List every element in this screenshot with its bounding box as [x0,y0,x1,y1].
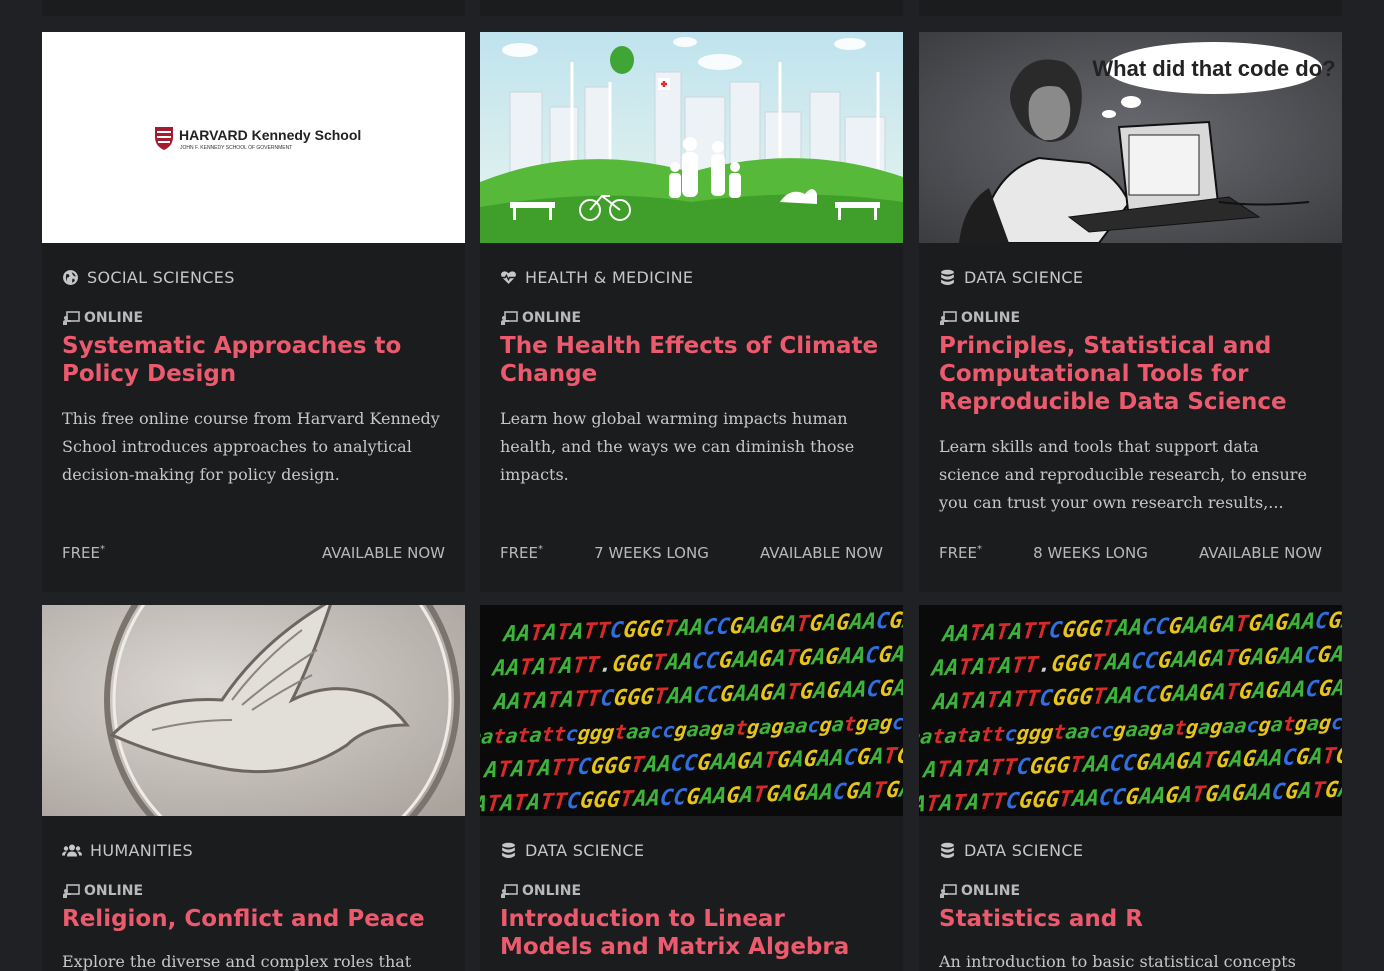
course-description: Explore the diverse and complex roles th… [62,952,412,971]
course-card[interactable]: What did that code do? DATA SCIENCE ONLI… [919,32,1342,592]
course-meta: FREE* 8 WEEKS LONG AVAILABLE NOW [939,544,1322,562]
course-card[interactable]: AATATATTCGGGTAACCGAAGATGAGAACGATGAGCCCAT… [919,605,1342,971]
speech-bubble-text: What did that code do? [1092,56,1335,81]
mode-label: ONLINE [961,883,1021,899]
availability: AVAILABLE NOW [1198,544,1322,562]
mode-label: ONLINE [84,310,144,326]
online-teaching-icon [501,311,518,325]
course-category: HUMANITIES [62,841,193,860]
heartbeat-icon [501,271,516,284]
availability: AVAILABLE NOW [759,544,883,562]
course-title[interactable]: The Health Effects of Climate Change [500,332,885,388]
harvard-shield-icon [155,127,173,150]
duration: 8 WEEKS LONG [1033,544,1148,562]
logo-sub-text: JOHN F. KENNEDY SCHOOL OF GOVERNMENT [180,145,292,151]
delivery-mode: ONLINE [500,310,581,326]
course-category: HEALTH & MEDICINE [500,268,693,287]
category-label[interactable]: DATA SCIENCE [525,841,644,860]
online-teaching-icon [940,884,957,898]
course-title[interactable]: Introduction to Linear Models and Matrix… [500,905,885,961]
course-category: DATA SCIENCE [939,841,1083,860]
users-icon [62,844,82,857]
price: FREE* [500,544,544,562]
category-label[interactable]: DATA SCIENCE [964,268,1083,287]
course-image-stone-dove[interactable] [42,605,465,816]
dna-sequence-line: AATATATTCGGGTAACCGAAGATGAGAACGATGAGCCCAT… [500,605,903,647]
category-label[interactable]: HEALTH & MEDICINE [525,268,693,287]
course-card[interactable]: HARVARD Kennedy School JOHN F. KENNEDY S… [42,32,465,592]
course-title[interactable]: Systematic Approaches to Policy Design [62,332,447,388]
course-title[interactable]: Principles, Statistical and Computationa… [939,332,1324,416]
course-category: DATA SCIENCE [939,268,1083,287]
price: FREE* [62,544,106,562]
mode-label: ONLINE [84,883,144,899]
course-meta: FREE* AVAILABLE NOW [62,544,445,562]
mode-label: ONLINE [522,883,582,899]
delivery-mode: ONLINE [62,883,143,899]
course-title[interactable]: Religion, Conflict and Peace [62,905,447,933]
online-teaching-icon [940,311,957,325]
online-teaching-icon [501,884,518,898]
course-image-harvard-logo[interactable]: HARVARD Kennedy School JOHN F. KENNEDY S… [42,32,465,243]
course-category: SOCIAL SCIENCES [62,268,235,287]
course-card[interactable]: HEALTH & MEDICINE ONLINE The Health Effe… [480,32,903,592]
previous-card-bottom [480,0,903,16]
dna-sequence-line: AATATATTCGGGTAACCGAAGATGAGAACGATGAGCCCAT… [939,605,1342,647]
delivery-mode: ONLINE [939,310,1020,326]
course-category: DATA SCIENCE [500,841,644,860]
database-icon [502,842,515,858]
course-image-laptop-sketch[interactable]: What did that code do? [919,32,1342,243]
database-icon [941,269,954,285]
delivery-mode: ONLINE [500,883,581,899]
course-card[interactable]: HUMANITIES ONLINE Religion, Conflict and… [42,605,465,971]
delivery-mode: ONLINE [62,310,143,326]
previous-card-bottom [42,0,465,16]
category-label[interactable]: HUMANITIES [90,841,193,860]
availability: AVAILABLE NOW [321,544,445,562]
duration: 7 WEEKS LONG [594,544,709,562]
previous-card-bottom [919,0,1342,16]
course-image-dna-sequence[interactable]: AATATATTCGGGTAACCGAAGATGAGAACGATGAGCCCAT… [919,605,1342,816]
course-description: Learn how global warming impacts human h… [500,409,855,484]
course-card[interactable]: AATATATTCGGGTAACCGAAGATGAGAACGATGAGCCCAT… [480,605,903,971]
database-icon [941,842,954,858]
course-title[interactable]: Statistics and R [939,905,1324,933]
delivery-mode: ONLINE [939,883,1020,899]
course-meta: FREE* 7 WEEKS LONG AVAILABLE NOW [500,544,883,562]
online-teaching-icon [63,884,80,898]
logo-main-text: HARVARD Kennedy School [179,127,361,143]
course-description: An introduction to basic statistical con… [939,952,1296,971]
category-label[interactable]: SOCIAL SCIENCES [87,268,235,287]
mode-label: ONLINE [522,310,582,326]
online-teaching-icon [63,311,80,325]
globe-icon [63,270,78,285]
course-image-dna-sequence[interactable]: AATATATTCGGGTAACCGAAGATGAGAACGATGAGCCCAT… [480,605,903,816]
course-image-green-city[interactable] [480,32,903,243]
course-description: Learn skills and tools that support data… [939,437,1307,512]
course-description: This free online course from Harvard Ken… [62,409,440,484]
category-label[interactable]: DATA SCIENCE [964,841,1083,860]
mode-label: ONLINE [961,310,1021,326]
price: FREE* [939,544,983,562]
